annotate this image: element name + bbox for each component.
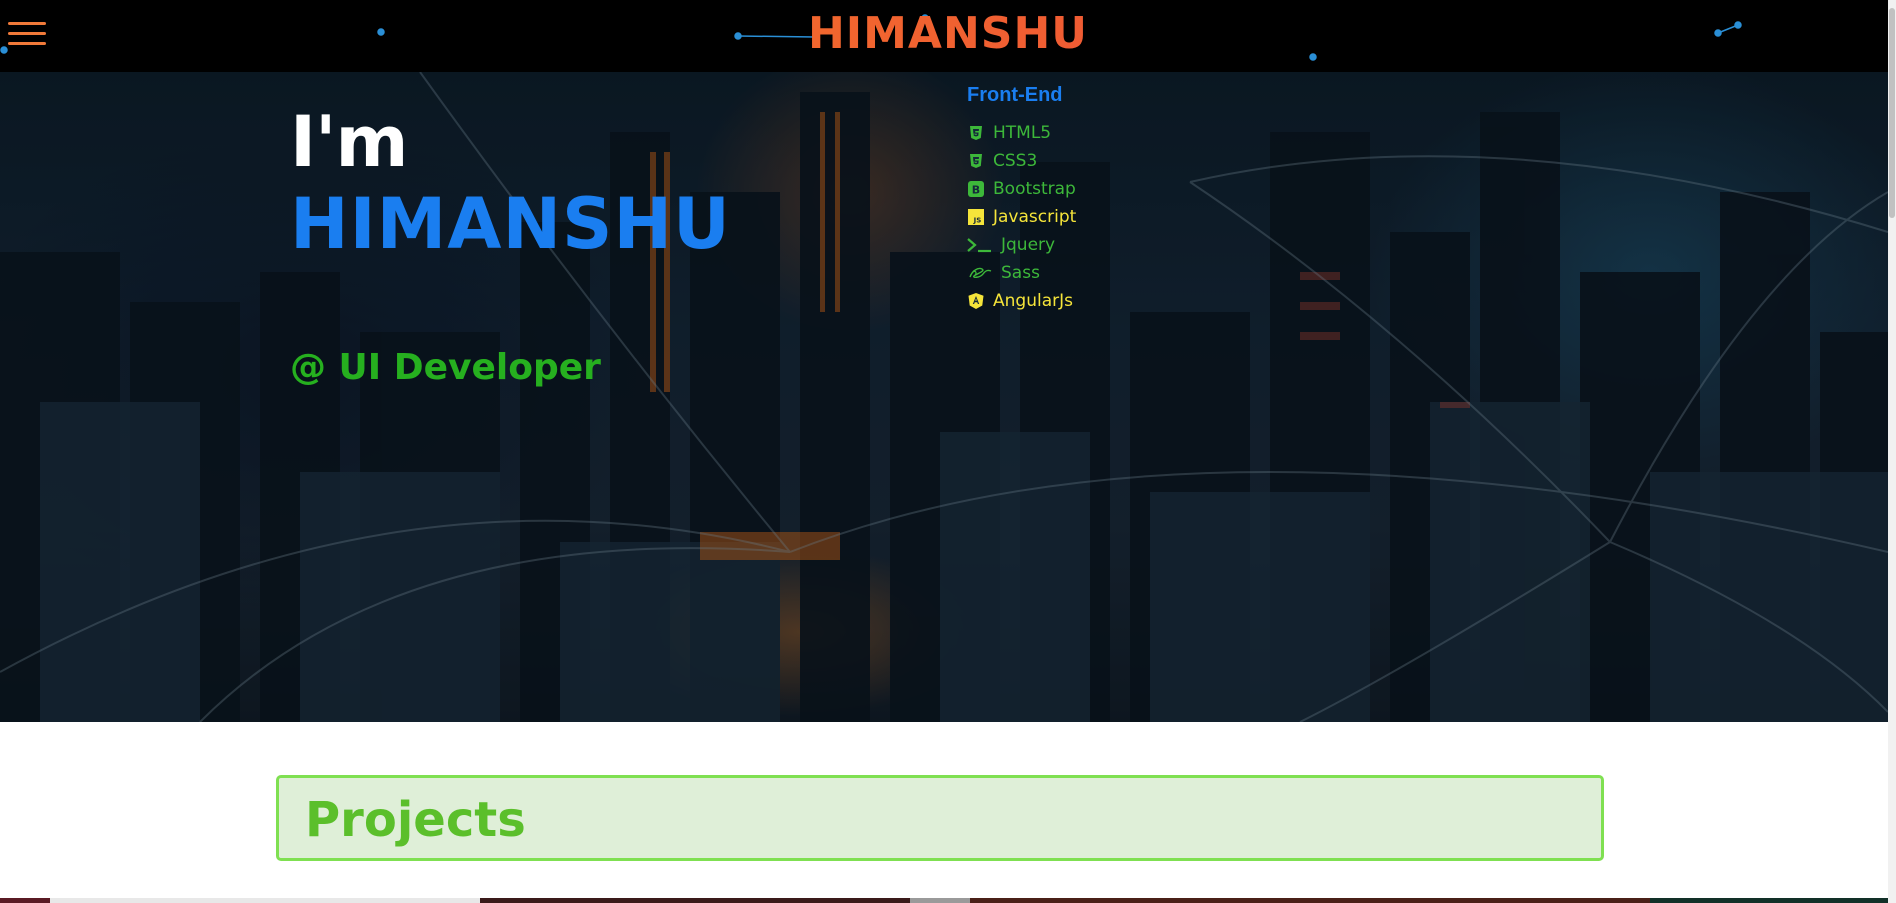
terminal-icon [967,236,993,254]
skill-item-html5: HTML5 [967,119,1076,147]
html5-icon [967,124,985,142]
skill-item-angularjs: AngularJs [967,287,1076,315]
city-background-image [0,72,1888,722]
skill-item-css3: CSS3 [967,147,1076,175]
brand-logo-text[interactable]: HIMANSHU [0,8,1896,59]
page-scrollbar[interactable] [1888,0,1896,903]
skill-label: AngularJs [993,291,1073,311]
javascript-icon: JS [967,208,985,226]
skills-title: Front-End [967,84,1063,106]
skill-label: Javascript [993,207,1077,227]
skill-item-sass: Sass [967,259,1076,287]
scrollbar-thumb[interactable] [1889,8,1895,218]
angular-icon [967,292,985,310]
svg-text:JS: JS [973,217,982,225]
skill-label: CSS3 [993,151,1038,171]
greeting-text: I'm [290,101,408,183]
hero-section: I'm HIMANSHU @ UI Developer Front-End HT… [0,72,1888,722]
skill-item-javascript: JS Javascript [967,203,1076,231]
intro-block: I'm HIMANSHU [290,102,731,266]
skill-label: Jquery [1001,235,1056,255]
role-text: @ UI Developer [290,347,601,388]
portfolio-page: HIMANSHU I'm HIMANSHU @ UI Developer Fro… [0,0,1896,903]
top-navbar: HIMANSHU [0,0,1896,72]
skill-item-jquery: Jquery [967,231,1076,259]
css3-icon [967,152,985,170]
sass-icon [967,264,993,282]
skill-label: Bootstrap [993,179,1076,199]
bootstrap-icon: B [967,180,985,198]
project-thumbnails-strip [0,898,1888,903]
svg-text:B: B [972,184,980,197]
hero-name: HIMANSHU [290,183,731,265]
skill-item-bootstrap: B Bootstrap [967,175,1076,203]
projects-title: Projects [305,792,526,848]
skill-label: Sass [1001,263,1040,283]
skill-label: HTML5 [993,123,1052,143]
projects-header: Projects [276,775,1604,861]
skills-list: Front-End HTML5 CSS3 B Bootstrap JS Java… [967,84,1076,315]
